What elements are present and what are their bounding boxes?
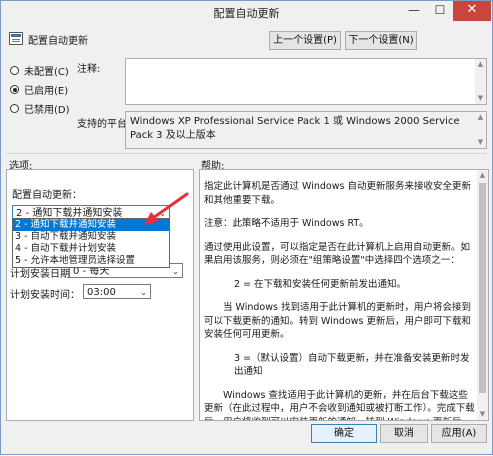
- platform-box: Windows XP Professional Service Pack 1 或…: [125, 111, 487, 149]
- select-value: 03:00: [87, 287, 116, 298]
- help-paragraph: Windows 查找适用于此计算机的更新，并在后台下载这些更新（在此过程中，用户…: [204, 389, 475, 421]
- radio-circle[interactable]: [10, 66, 19, 75]
- dropdown-option[interactable]: 4 - 自动下载并计划安装: [13, 243, 169, 255]
- configure-updates-dropdown-list[interactable]: 2 - 通知下载并通知安装 3 - 自动下载并通知安装 4 - 自动下载并计划安…: [12, 218, 170, 268]
- scroll-down-icon[interactable]: ▼: [477, 409, 488, 420]
- help-paragraph: 指定此计算机是否通过 Windows 自动更新服务来接收安全更新和其他重要下载。: [204, 181, 471, 206]
- help-scrollbar[interactable]: ▲ ▼: [477, 170, 488, 420]
- minimize-button[interactable]: —: [401, 1, 427, 21]
- radio-label: 已启用(E): [24, 86, 69, 97]
- dropdown-option[interactable]: 5 - 允许本地管理员选择设置: [13, 255, 169, 267]
- comment-textarea[interactable]: ▲ ▼: [125, 58, 487, 105]
- chevron-down-icon[interactable]: ⌄: [172, 264, 179, 279]
- radio-label: 已禁用(D): [24, 105, 70, 116]
- previous-setting-button[interactable]: 上一个设置(P): [269, 31, 341, 50]
- install-time-select[interactable]: 03:00 ⌄: [83, 284, 151, 299]
- radio-circle[interactable]: [10, 85, 19, 94]
- apply-button[interactable]: 应用(A): [431, 424, 487, 443]
- title-bar: 配置自动更新 — ☐ ✕: [1, 1, 492, 23]
- help-paragraph: 3 =（默认设置）自动下载更新，并在准备安装更新时发出通知: [234, 352, 470, 378]
- scroll-up-icon[interactable]: ▲: [475, 59, 486, 70]
- configure-updates-label: 配置自动更新：: [12, 190, 82, 201]
- scroll-up-icon[interactable]: ▲: [477, 170, 488, 181]
- radio-circle[interactable]: [10, 104, 19, 113]
- radio-label: 未配置(C): [24, 67, 69, 78]
- dialog-window: 配置自动更新 — ☐ ✕ 配置自动更新 上一个设置(P) 下一个设置(N) 未配…: [0, 0, 493, 455]
- platform-scrollbar[interactable]: ▲ ▼: [475, 112, 486, 148]
- ok-button[interactable]: 确定: [311, 424, 377, 443]
- chevron-down-icon[interactable]: ⌄: [140, 285, 147, 300]
- help-pane: 指定此计算机是否通过 Windows 自动更新服务来接收安全更新和其他重要下载。…: [199, 169, 489, 421]
- scroll-up-icon[interactable]: ▲: [475, 112, 486, 123]
- radio-disabled[interactable]: 已禁用(D): [10, 101, 70, 116]
- help-paragraph: 注意：此策略不适用于 Windows RT。: [204, 218, 369, 229]
- dropdown-option[interactable]: 3 - 自动下载并通知安装: [13, 231, 169, 243]
- help-paragraph: 当 Windows 找到适用于此计算机的更新时，用户将会接到可以下载更新的通知。…: [204, 302, 471, 340]
- policy-settings-icon: [9, 32, 23, 45]
- radio-enabled[interactable]: 已启用(E): [10, 82, 68, 97]
- close-button[interactable]: ✕: [453, 1, 491, 21]
- help-text: 指定此计算机是否通过 Windows 自动更新服务来接收安全更新和其他重要下载。…: [204, 180, 476, 421]
- platform-label: 支持的平台:: [77, 119, 131, 130]
- policy-title: 配置自动更新: [28, 36, 88, 47]
- comment-scrollbar[interactable]: ▲ ▼: [475, 59, 486, 104]
- comment-label: 注释:: [77, 64, 101, 75]
- options-pane: 配置自动更新： 2 - 通知下载并通知安装 ⌄ 计划安装日期： 0 - 每天 ⌄…: [6, 169, 194, 421]
- cancel-button[interactable]: 取消: [380, 424, 428, 443]
- help-paragraph: 通过使用此设置，可以指定是否在此计算机上启用自动更新。如果启用该服务，则必须在"…: [204, 241, 471, 267]
- help-paragraph: 2 = 在下载和安装任何更新前发出通知。: [234, 278, 407, 290]
- radio-not-configured[interactable]: 未配置(C): [10, 63, 69, 78]
- install-time-label: 计划安装时间：: [10, 290, 80, 301]
- scroll-thumb[interactable]: [479, 183, 486, 393]
- platform-text: Windows XP Professional Service Pack 1 或…: [130, 116, 460, 141]
- scroll-down-icon[interactable]: ▼: [475, 137, 486, 148]
- dropdown-option[interactable]: 2 - 通知下载并通知安装: [13, 219, 169, 231]
- section-divider: [7, 153, 487, 154]
- scroll-down-icon[interactable]: ▼: [475, 93, 486, 104]
- next-setting-button[interactable]: 下一个设置(N): [345, 31, 417, 50]
- maximize-button[interactable]: ☐: [427, 1, 453, 21]
